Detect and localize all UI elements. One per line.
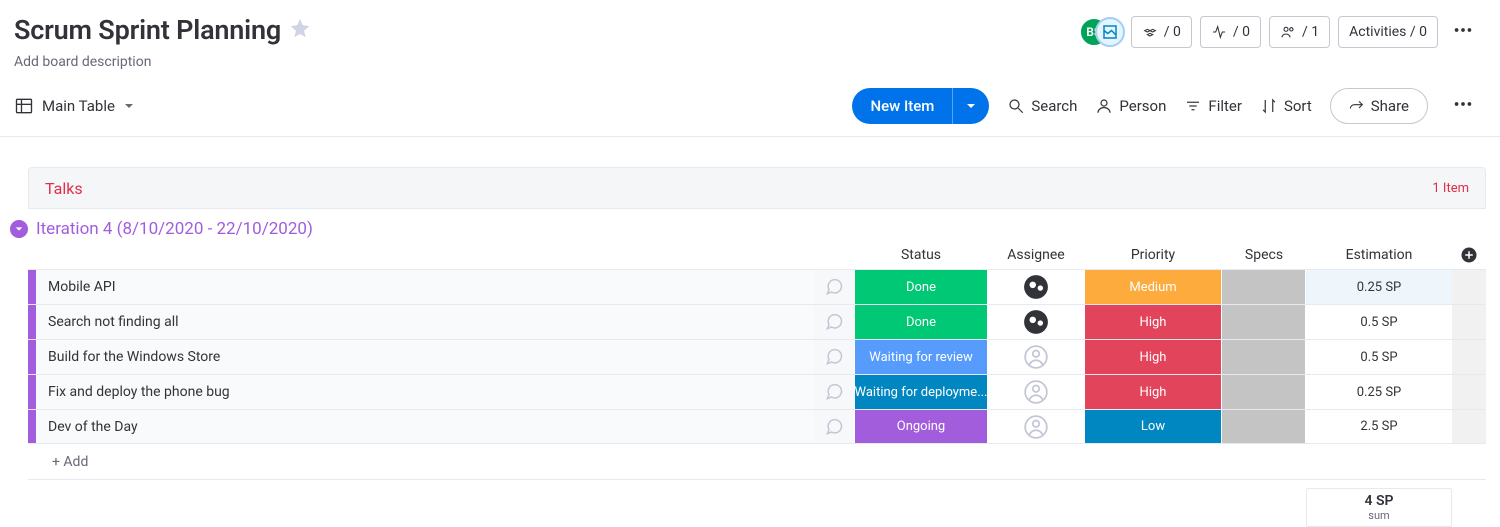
- filter-label: Filter: [1208, 97, 1242, 115]
- group-iteration-title[interactable]: Iteration 4 (8/10/2020 - 22/10/2020): [36, 219, 313, 239]
- add-column-button[interactable]: [1452, 246, 1486, 264]
- share-button[interactable]: Share: [1330, 88, 1428, 124]
- collapse-toggle[interactable]: [10, 220, 28, 238]
- assignee-cell[interactable]: [988, 270, 1084, 304]
- priority-cell[interactable]: High: [1084, 375, 1222, 409]
- conversation-icon[interactable]: [814, 270, 854, 304]
- conversation-icon[interactable]: [814, 305, 854, 339]
- row-spacer: [1452, 375, 1486, 409]
- specs-cell[interactable]: [1222, 375, 1306, 409]
- assignee-cell[interactable]: [988, 410, 1084, 443]
- filter-button[interactable]: Filter: [1184, 97, 1242, 115]
- board-description[interactable]: Add board description: [14, 54, 311, 70]
- estimation-sum: 4 SP sum: [1306, 488, 1452, 527]
- conversation-icon[interactable]: [814, 340, 854, 374]
- add-item-button[interactable]: + Add: [36, 454, 1486, 470]
- more-options-icon[interactable]: [1446, 19, 1480, 45]
- row-spacer: [1452, 340, 1486, 374]
- item-name-cell[interactable]: Search not finding all: [36, 305, 814, 339]
- priority-cell[interactable]: Low: [1084, 410, 1222, 443]
- row-handle[interactable]: [28, 410, 36, 443]
- row-spacer: [1452, 410, 1486, 443]
- new-item-button[interactable]: New Item: [852, 88, 989, 124]
- conversation-icon[interactable]: [814, 410, 854, 443]
- automations-button[interactable]: / 0: [1200, 16, 1261, 48]
- status-cell[interactable]: Waiting for review: [854, 340, 988, 374]
- person-filter-button[interactable]: Person: [1095, 97, 1166, 115]
- search-label: Search: [1031, 97, 1077, 115]
- sort-button[interactable]: Sort: [1260, 97, 1312, 115]
- table-row: Build for the Windows Store Waiting for r…: [28, 339, 1486, 374]
- view-name: Main Table: [42, 97, 115, 115]
- share-label: Share: [1371, 97, 1409, 115]
- row-handle[interactable]: [28, 375, 36, 409]
- board-members-avatars[interactable]: BS: [1079, 17, 1123, 47]
- column-header-assignee[interactable]: Assignee: [988, 247, 1084, 263]
- column-header-status[interactable]: Status: [854, 247, 988, 263]
- person-label: Person: [1119, 97, 1166, 115]
- estimation-cell[interactable]: 0.25 SP: [1306, 270, 1452, 304]
- assignee-cell[interactable]: [988, 305, 1084, 339]
- group-talks-count: 1 Item: [1432, 181, 1469, 196]
- specs-cell[interactable]: [1222, 410, 1306, 443]
- board-title[interactable]: Scrum Sprint Planning: [14, 14, 281, 46]
- table-row: Fix and deploy the phone bug Waiting for …: [28, 374, 1486, 409]
- table-row: Dev of the Day Ongoing Low 2.5 SP: [28, 409, 1486, 444]
- automations-count: / 0: [1233, 24, 1250, 40]
- item-name-cell[interactable]: Fix and deploy the phone bug: [36, 375, 814, 409]
- chevron-down-icon: [123, 97, 135, 116]
- row-spacer: [1452, 305, 1486, 339]
- column-header-estimation[interactable]: Estimation: [1306, 247, 1452, 263]
- status-cell[interactable]: Done: [854, 270, 988, 304]
- status-cell[interactable]: Done: [854, 305, 988, 339]
- column-header-priority[interactable]: Priority: [1084, 247, 1222, 263]
- status-cell[interactable]: Ongoing: [854, 410, 988, 443]
- viewbar-more-icon[interactable]: [1446, 93, 1480, 119]
- avatar: [1095, 17, 1125, 47]
- view-selector[interactable]: Main Table: [14, 96, 135, 116]
- search-button[interactable]: Search: [1007, 97, 1077, 115]
- column-header-specs[interactable]: Specs: [1222, 247, 1306, 263]
- new-item-dropdown[interactable]: [952, 88, 989, 124]
- assignee-cell[interactable]: [988, 375, 1084, 409]
- item-name-cell[interactable]: Mobile API: [36, 270, 814, 304]
- members-count: / 1: [1302, 24, 1319, 40]
- specs-cell[interactable]: [1222, 340, 1306, 374]
- row-handle[interactable]: [28, 305, 36, 339]
- sum-label: sum: [1307, 509, 1451, 522]
- item-name-cell[interactable]: Dev of the Day: [36, 410, 814, 443]
- specs-cell[interactable]: [1222, 305, 1306, 339]
- specs-cell[interactable]: [1222, 270, 1306, 304]
- new-item-label: New Item: [852, 88, 952, 124]
- table-row: Mobile API Done Medium 0.25 SP: [28, 269, 1486, 304]
- sum-value: 4 SP: [1307, 493, 1451, 509]
- members-button[interactable]: / 1: [1269, 16, 1330, 48]
- priority-cell[interactable]: Medium: [1084, 270, 1222, 304]
- estimation-cell[interactable]: 0.5 SP: [1306, 305, 1452, 339]
- column-header-row: Status Assignee Priority Specs Estimatio…: [28, 241, 1486, 269]
- activities-label: Activities / 0: [1349, 24, 1427, 40]
- group-talks-header[interactable]: Talks 1 Item: [28, 167, 1486, 209]
- star-icon[interactable]: [289, 17, 311, 43]
- conversation-icon[interactable]: [814, 375, 854, 409]
- row-handle[interactable]: [28, 270, 36, 304]
- estimation-cell[interactable]: 0.25 SP: [1306, 375, 1452, 409]
- status-cell[interactable]: Waiting for deployme...: [854, 375, 988, 409]
- item-name-cell[interactable]: Build for the Windows Store: [36, 340, 814, 374]
- sort-label: Sort: [1284, 97, 1312, 115]
- group-talks-title: Talks: [45, 179, 83, 198]
- activities-button[interactable]: Activities / 0: [1338, 16, 1438, 48]
- integrations-count: / 0: [1164, 24, 1181, 40]
- priority-cell[interactable]: High: [1084, 305, 1222, 339]
- estimation-cell[interactable]: 0.5 SP: [1306, 340, 1452, 374]
- estimation-cell[interactable]: 2.5 SP: [1306, 410, 1452, 443]
- row-handle[interactable]: [28, 340, 36, 374]
- row-spacer: [1452, 270, 1486, 304]
- integrations-button[interactable]: / 0: [1131, 16, 1192, 48]
- table-row: Search not finding all Done High 0.5 SP: [28, 304, 1486, 339]
- assignee-cell[interactable]: [988, 340, 1084, 374]
- priority-cell[interactable]: High: [1084, 340, 1222, 374]
